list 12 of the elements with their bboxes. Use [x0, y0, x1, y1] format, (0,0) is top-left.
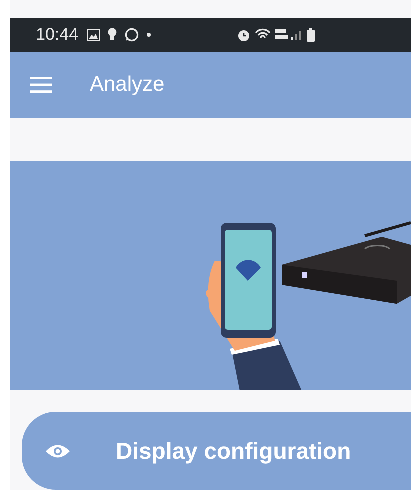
display-configuration-button[interactable]: Display configuration	[22, 412, 411, 490]
lte-signal-icon	[274, 28, 303, 42]
lightbulb-icon	[108, 28, 117, 42]
menu-icon[interactable]	[30, 76, 52, 93]
eye-icon	[46, 444, 70, 459]
status-time: 10:44	[36, 24, 79, 46]
dot-icon	[146, 32, 151, 37]
battery-icon	[306, 28, 315, 42]
chat-icon	[124, 28, 139, 42]
image-icon	[86, 28, 100, 41]
alarm-icon	[236, 28, 251, 42]
app-bar-title: Analyze	[90, 72, 165, 98]
